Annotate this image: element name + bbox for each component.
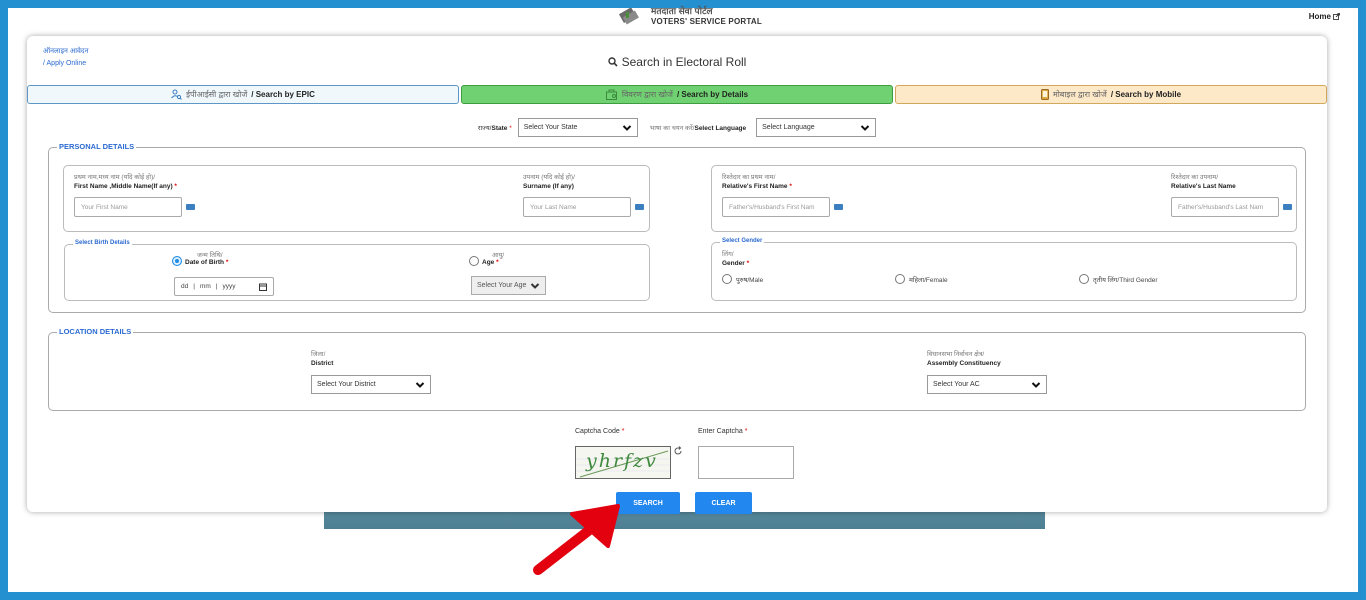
relative-first-name-label: रिश्तेदार का प्रथम नाम/ Relative's First… bbox=[722, 174, 792, 190]
gender-box: Select Gender लिंग/ Gender * पुरुष/Male … bbox=[711, 238, 1297, 301]
tab-details-hindi: विवरण द्वारा खोजें bbox=[621, 90, 673, 99]
ac-label: विधानसभा निर्वाचन क्षेत्र/ Assembly Cons… bbox=[927, 351, 1001, 367]
surname-label: उपनाम (यदि कोई हो)/ Surname (If any) bbox=[523, 174, 575, 190]
personal-details-legend: PERSONAL DETAILS bbox=[57, 142, 137, 151]
keyboard-icon[interactable] bbox=[635, 204, 644, 210]
state-select-value: Select Your State bbox=[523, 124, 578, 131]
captcha-text: yhrfzv bbox=[586, 450, 658, 472]
relative-last-name-label: रिश्तेदार का उपनाम/ Relative's Last Name bbox=[1171, 174, 1236, 190]
first-name-input[interactable]: Your First Name bbox=[74, 197, 182, 217]
portal-name: VOTERS' SERVICE PORTAL bbox=[651, 17, 762, 26]
state-language-row: राज्य/State * Select Your State भाषा का … bbox=[27, 118, 1327, 137]
language-select-value: Select Language bbox=[762, 124, 815, 131]
female-radio[interactable] bbox=[895, 274, 905, 284]
captcha-image: yhrfzv bbox=[575, 446, 671, 479]
refresh-captcha-icon[interactable] bbox=[673, 446, 683, 456]
tab-search-by-details[interactable]: विवरण द्वारा खोजें / Search by Details bbox=[461, 85, 893, 104]
home-label: Home bbox=[1308, 12, 1331, 21]
ac-select[interactable]: Select Your AC bbox=[927, 375, 1047, 394]
birth-details-box: Select Birth Details जन्म तिथि/ Date of … bbox=[64, 240, 650, 301]
search-tabs: ईपीआईसी द्वारा खोजें / Search by EPIC वि… bbox=[27, 85, 1327, 104]
tab-details-english: / Search by Details bbox=[676, 90, 749, 99]
location-details-legend: LOCATION DETAILS bbox=[57, 327, 134, 336]
male-radio[interactable] bbox=[722, 274, 732, 284]
keyboard-icon[interactable] bbox=[186, 204, 195, 210]
gender-option-female[interactable]: महिला/Female bbox=[895, 274, 948, 284]
page-title-text: Search in Electoral Roll bbox=[621, 55, 747, 69]
mobile-icon bbox=[1040, 89, 1049, 100]
gender-option-third[interactable]: तृतीय लिंग/Third Gender bbox=[1079, 274, 1158, 284]
name-box: प्रथम नाम,मध्य नाम (यदि कोई हो)/ First N… bbox=[63, 165, 650, 232]
tab-epic-hindi: ईपीआईसी द्वारा खोजें bbox=[186, 90, 248, 99]
gender-option-male[interactable]: पुरुष/Male bbox=[722, 274, 763, 284]
tab-mobile-english: / Search by Mobile bbox=[1110, 90, 1182, 99]
search-card: ऑनलाइन आवेदन / Apply Online Search in El… bbox=[27, 36, 1327, 514]
portal-name-hindi: मतदाता सेवा पोर्टल bbox=[651, 6, 713, 16]
chevron-down-icon bbox=[860, 124, 870, 131]
chevron-down-icon bbox=[530, 282, 540, 289]
age-radio[interactable] bbox=[469, 256, 479, 266]
captcha-code-label: Captcha Code * bbox=[575, 428, 625, 435]
details-icon bbox=[605, 89, 617, 100]
language-label: भाषा का चयन करें/Select Language bbox=[649, 125, 747, 132]
first-name-label: प्रथम नाम,मध्य नाम (यदि कोई हो)/ First N… bbox=[74, 174, 177, 190]
surname-input[interactable]: Your Last Name bbox=[523, 197, 631, 217]
chevron-down-icon bbox=[415, 381, 425, 388]
captcha-input[interactable] bbox=[698, 446, 794, 479]
page-title: Search in Electoral Roll bbox=[27, 55, 1327, 69]
relative-last-name-input[interactable]: Father's/Husband's Last Nam bbox=[1171, 197, 1279, 217]
personal-details-section: PERSONAL DETAILS प्रथम नाम,मध्य नाम (यदि… bbox=[48, 142, 1306, 313]
relative-first-name-input[interactable]: Father's/Husband's First Nam bbox=[722, 197, 830, 217]
home-link[interactable]: Home bbox=[1309, 12, 1340, 21]
district-label: जिला/ District bbox=[311, 351, 334, 367]
dob-option[interactable]: जन्म तिथि/ Date of Birth * bbox=[172, 250, 228, 266]
external-link-icon bbox=[1333, 13, 1340, 20]
clear-button[interactable]: CLEAR bbox=[695, 492, 752, 514]
state-select[interactable]: Select Your State bbox=[517, 118, 638, 137]
gender-label: लिंग/ Gender * bbox=[722, 251, 750, 267]
chevron-down-icon bbox=[1031, 381, 1041, 388]
language-select[interactable]: Select Language bbox=[756, 118, 877, 137]
eci-logo-icon bbox=[618, 8, 639, 25]
chevron-down-icon bbox=[622, 124, 631, 131]
state-label: राज्य/State * bbox=[477, 125, 512, 132]
tab-search-by-epic[interactable]: ईपीआईसी द्वारा खोजें / Search by EPIC bbox=[27, 85, 459, 104]
user-search-icon bbox=[171, 89, 182, 100]
gender-legend: Select Gender bbox=[720, 238, 765, 244]
tab-search-by-mobile[interactable]: मोबाइल द्वारा खोजें / Search by Mobile bbox=[895, 85, 1327, 104]
district-select[interactable]: Select Your District bbox=[311, 375, 431, 394]
keyboard-icon[interactable] bbox=[1283, 204, 1292, 210]
ac-select-value: Select Your AC bbox=[933, 381, 980, 388]
keyboard-icon[interactable] bbox=[834, 204, 843, 210]
age-option[interactable]: आयु/ Age * bbox=[469, 250, 504, 266]
birth-details-legend: Select Birth Details bbox=[73, 240, 132, 246]
enter-captcha-label: Enter Captcha * bbox=[698, 428, 748, 435]
tab-mobile-hindi: मोबाइल द्वारा खोजें bbox=[1052, 90, 1107, 99]
district-select-value: Select Your District bbox=[317, 381, 376, 388]
search-icon bbox=[607, 57, 618, 67]
calendar-icon[interactable] bbox=[259, 283, 267, 291]
top-header: मतदाता सेवा पोर्टल VOTERS' SERVICE PORTA… bbox=[8, 6, 1358, 39]
tab-epic-english: / Search by EPIC bbox=[251, 90, 315, 99]
third-gender-radio[interactable] bbox=[1079, 274, 1089, 284]
relative-name-box: रिश्तेदार का प्रथम नाम/ Relative's First… bbox=[711, 165, 1297, 232]
location-details-section: LOCATION DETAILS जिला/ District Select Y… bbox=[48, 327, 1306, 411]
dob-radio[interactable] bbox=[172, 256, 182, 266]
annotation-arrow-icon bbox=[533, 504, 620, 575]
age-select-value: Select Your Age bbox=[477, 282, 527, 289]
age-select[interactable]: Select Your Age bbox=[471, 276, 546, 295]
dob-input[interactable]: dd | mm | yyyy bbox=[174, 277, 274, 296]
